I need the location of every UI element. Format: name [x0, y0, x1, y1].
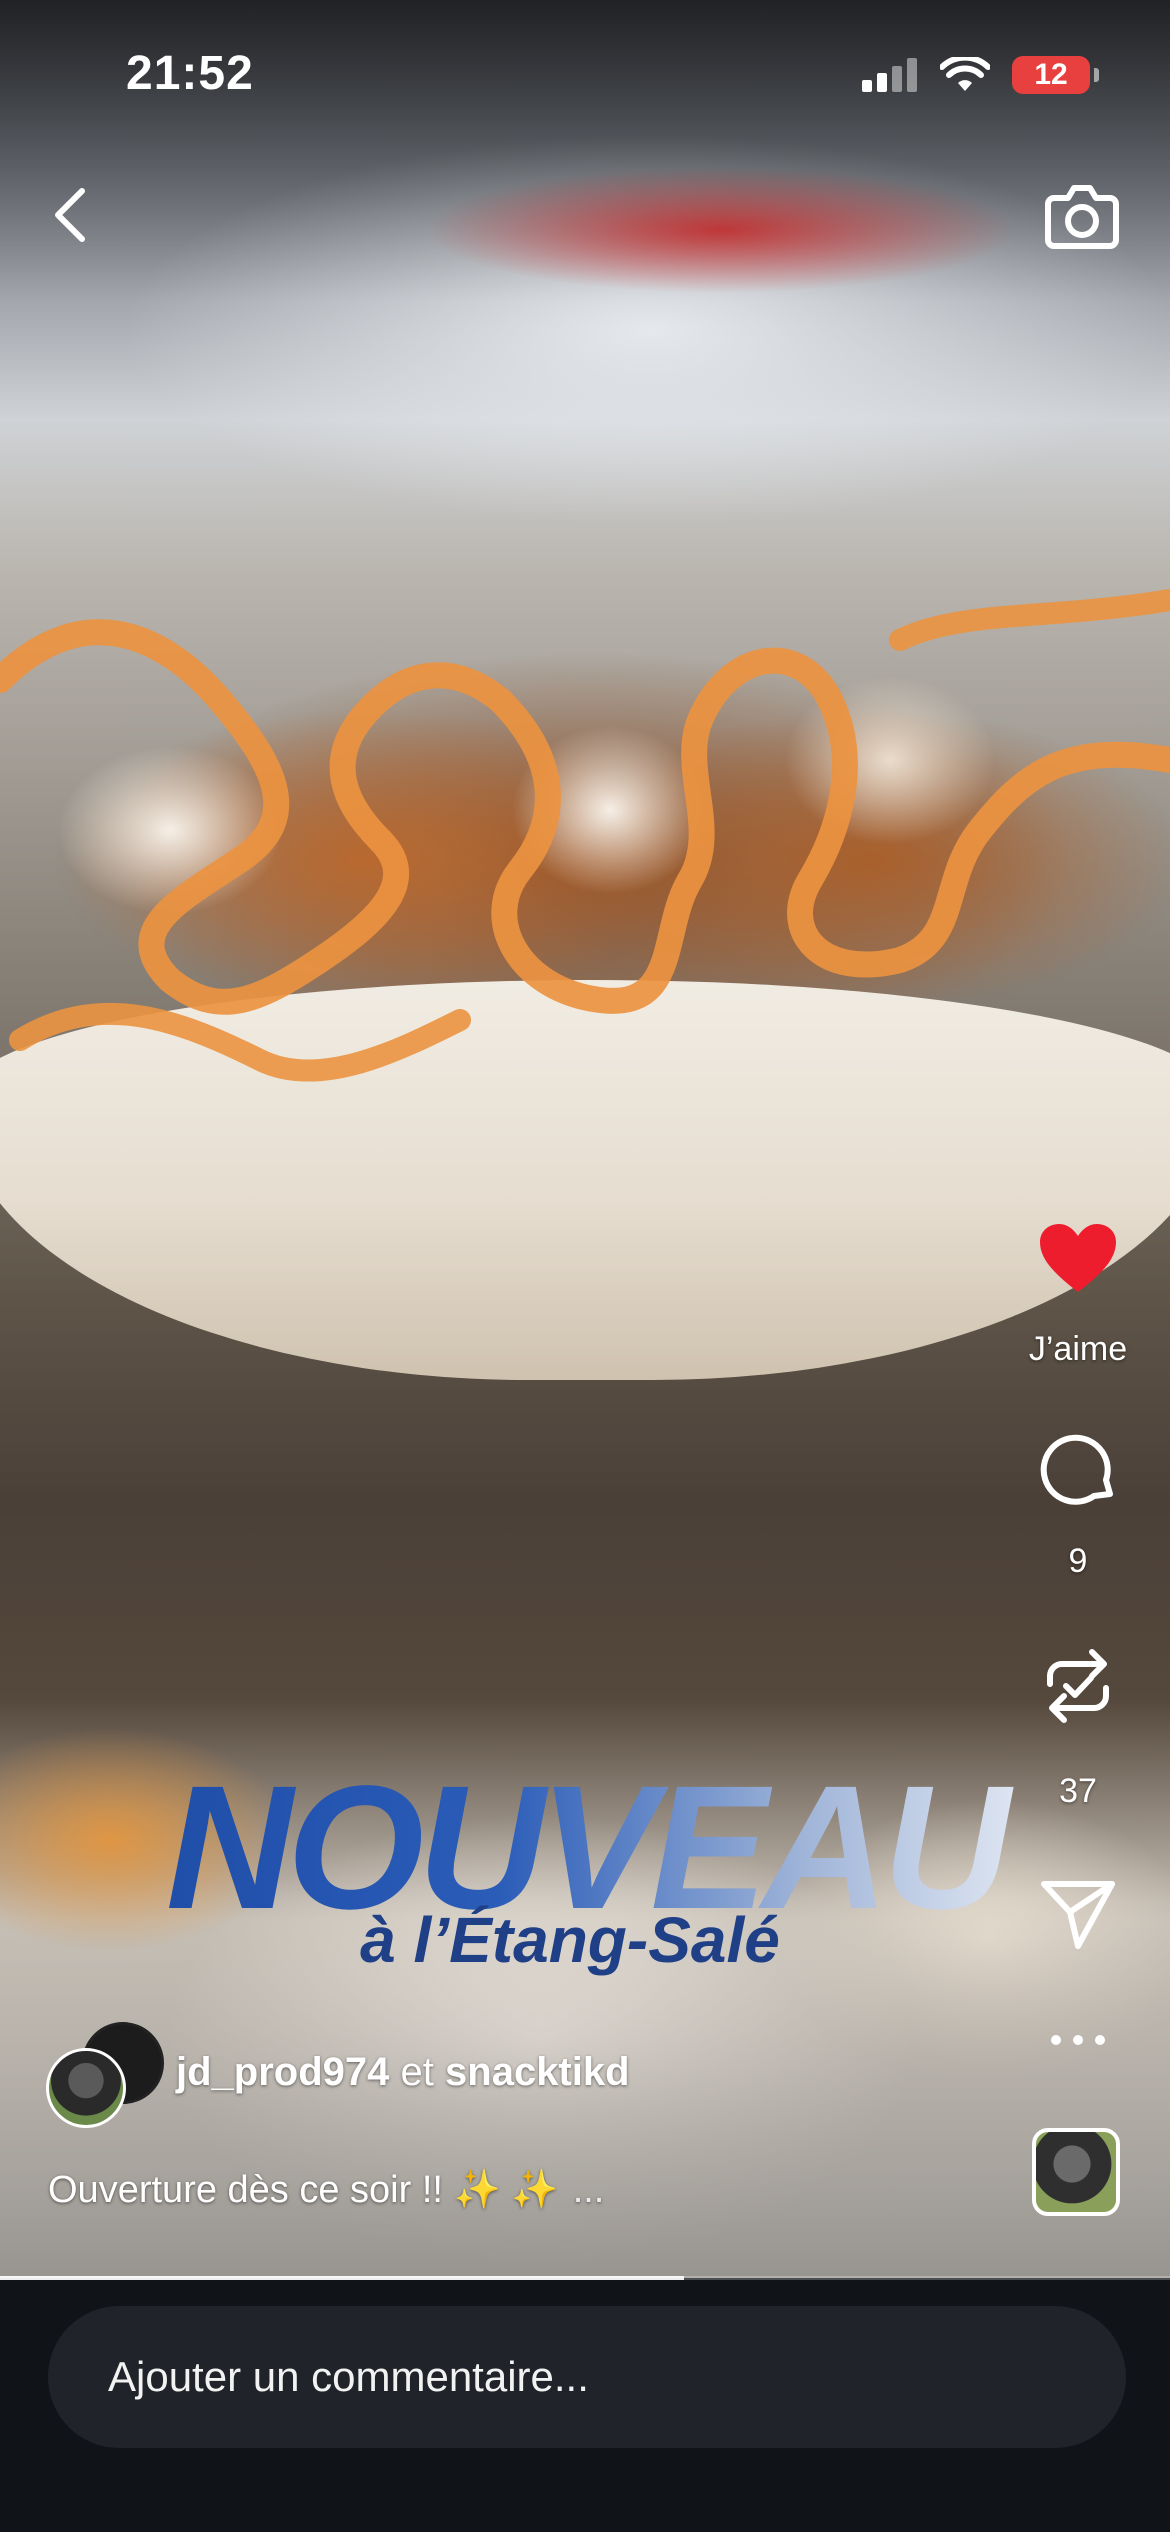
- post-caption[interactable]: Ouverture dès ce soir !! ✨ ✨...: [48, 2168, 604, 2212]
- author-avatars[interactable]: [46, 2022, 164, 2134]
- comment-input[interactable]: [48, 2306, 1126, 2448]
- comment-bubble-icon: [1040, 1434, 1113, 1505]
- comment-button[interactable]: [1040, 1432, 1116, 1508]
- signal-icon: [862, 58, 917, 92]
- repost-button[interactable]: [1040, 1646, 1116, 1726]
- author-names[interactable]: jd_prod974 et snacktikd: [176, 2050, 630, 2095]
- like-label: J’aime: [1028, 1330, 1128, 1368]
- overlay-subtitle: à l’Étang-Salé: [360, 1904, 780, 1976]
- status-time: 21:52: [126, 47, 254, 100]
- author-primary[interactable]: jd_prod974: [176, 2050, 389, 2094]
- camera-button[interactable]: [1040, 178, 1124, 254]
- camera-icon: [1045, 185, 1119, 249]
- back-chevron-icon: [55, 188, 85, 242]
- back-button[interactable]: [40, 180, 100, 250]
- caption-text: Ouverture dès ce soir !! ✨ ✨: [48, 2169, 559, 2211]
- audio-thumbnail[interactable]: [1032, 2128, 1120, 2216]
- comments-count: 9: [1068, 1542, 1088, 1580]
- heart-icon: [1040, 1224, 1116, 1292]
- more-icon: [1051, 2035, 1105, 2045]
- share-button[interactable]: [1040, 1876, 1116, 1952]
- battery-indicator: 12: [1012, 56, 1099, 94]
- wifi-icon: [940, 57, 990, 91]
- author-secondary[interactable]: snacktikd: [445, 2050, 630, 2094]
- top-gradient: [0, 0, 1170, 300]
- reposts-count: 37: [1059, 1772, 1097, 1810]
- repost-icon: [1047, 1649, 1109, 1723]
- status-icons: 12: [862, 56, 1099, 94]
- battery-level: 12: [1034, 58, 1068, 91]
- send-icon: [1041, 1881, 1115, 1949]
- caption-more[interactable]: ...: [573, 2169, 605, 2211]
- like-button[interactable]: [1038, 1220, 1118, 1296]
- avatar-primary: [46, 2048, 126, 2128]
- author-joiner: et: [400, 2050, 434, 2094]
- more-options-button[interactable]: [1040, 2020, 1116, 2060]
